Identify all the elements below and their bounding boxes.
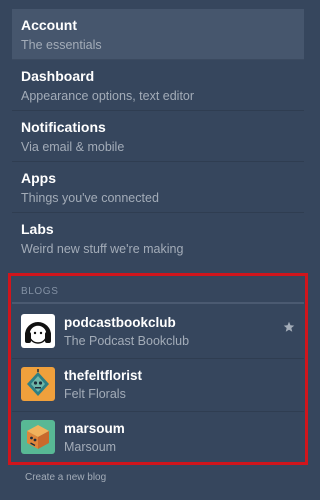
- star-icon[interactable]: [283, 320, 295, 332]
- nav-item-subtitle: Via email & mobile: [21, 140, 125, 154]
- blog-name: podcastbookclub: [64, 315, 176, 330]
- blog-title: Felt Florals: [64, 387, 126, 401]
- blog-item-podcastbookclub[interactable]: podcastbookclub The Podcast Bookclub: [12, 306, 304, 359]
- blogs-header: BLOGS: [21, 286, 59, 297]
- nav-item-apps[interactable]: Apps Things you've connected: [12, 162, 304, 213]
- blog-name: thefeltflorist: [64, 368, 143, 383]
- nav-item-subtitle: Appearance options, text editor: [21, 89, 195, 103]
- nav-item-subtitle: Things you've connected: [21, 191, 159, 205]
- blog-title: The Podcast Bookclub: [64, 334, 190, 348]
- blogs-divider: [12, 302, 304, 304]
- orange-robot-avatar-icon: [21, 367, 55, 401]
- nav-item-title: Notifications: [21, 119, 106, 135]
- settings-nav: Account The essentials Dashboard Appeara…: [12, 9, 304, 264]
- nav-item-labs[interactable]: Labs Weird new stuff we're making: [12, 213, 304, 264]
- nav-item-title: Apps: [21, 170, 56, 186]
- nav-item-notifications[interactable]: Notifications Via email & mobile: [12, 111, 304, 162]
- blogs-section-highlight: BLOGS podcastbookclub The Podcast Bookcl…: [8, 273, 308, 465]
- nav-item-dashboard[interactable]: Dashboard Appearance options, text edito…: [12, 60, 304, 111]
- nav-item-account[interactable]: Account The essentials: [12, 9, 304, 60]
- nav-item-subtitle: Weird new stuff we're making: [21, 242, 184, 256]
- teal-cube-avatar-icon: [21, 420, 55, 454]
- create-new-blog-link[interactable]: Create a new blog: [25, 472, 106, 483]
- blog-item-marsoum[interactable]: marsoum Marsoum: [12, 412, 304, 464]
- blog-title: Marsoum: [64, 440, 117, 454]
- nav-item-title: Account: [21, 17, 77, 33]
- blog-item-thefeltflorist[interactable]: thefeltflorist Felt Florals: [12, 359, 304, 412]
- headphones-avatar-icon: [21, 314, 55, 348]
- blog-list: podcastbookclub The Podcast Bookclub the…: [12, 306, 304, 464]
- nav-item-title: Dashboard: [21, 68, 95, 84]
- blog-name: marsoum: [64, 421, 125, 436]
- nav-item-subtitle: The essentials: [21, 38, 102, 52]
- nav-item-title: Labs: [21, 221, 54, 237]
